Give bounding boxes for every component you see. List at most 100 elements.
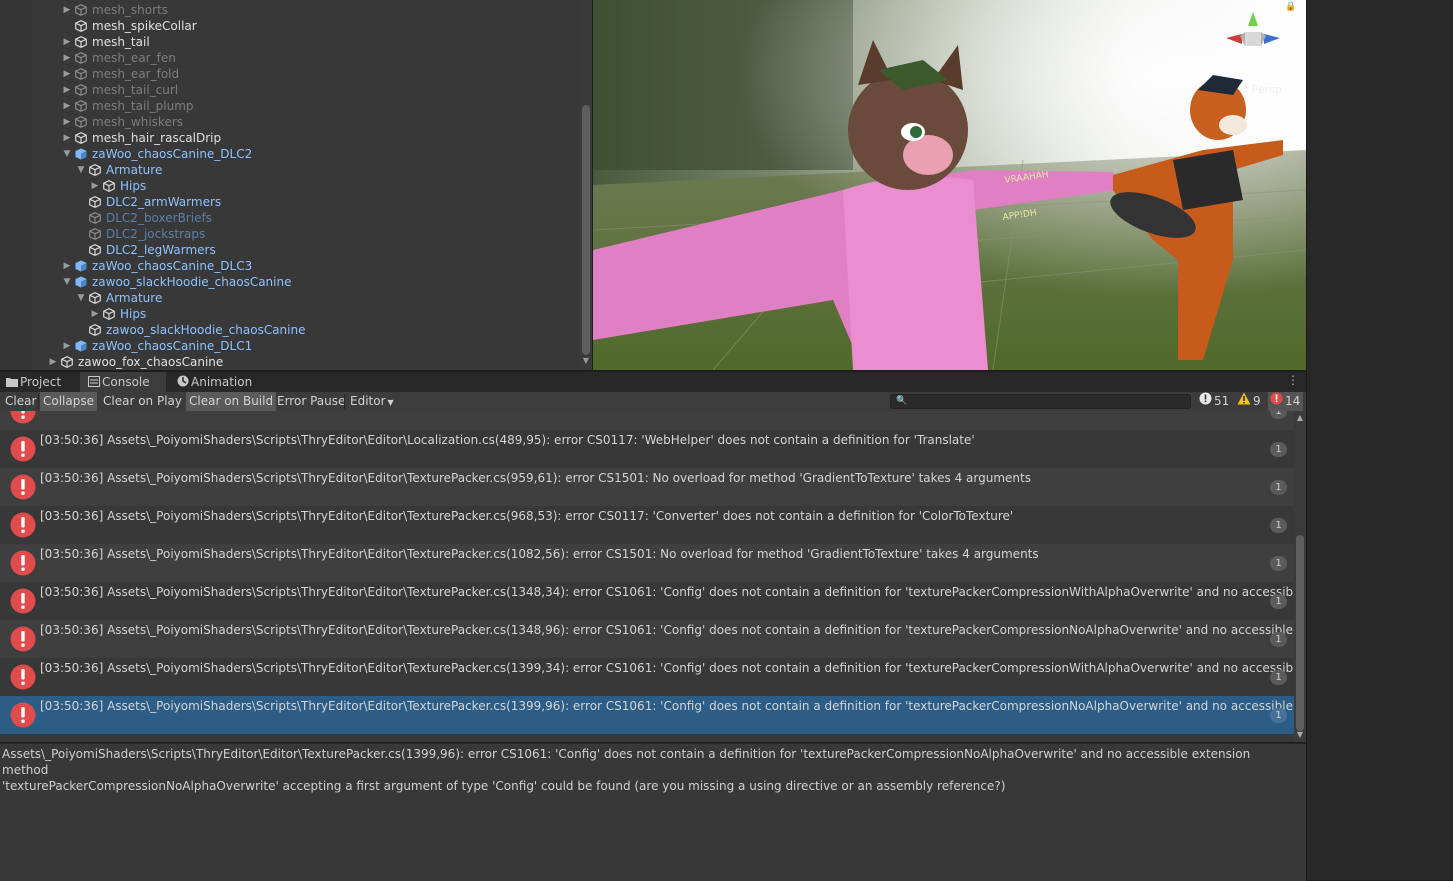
hierarchy-item-label: mesh_ear_fold (92, 67, 180, 81)
expand-right-arrow-icon[interactable]: ▶ (62, 50, 72, 66)
expand-right-arrow-icon[interactable]: ▶ (90, 178, 100, 194)
scene-render: APP!DH VRAAHAH (593, 0, 1306, 370)
persp-label[interactable]: < Persp (1239, 83, 1282, 96)
log-count-badge: 1 (1270, 442, 1287, 457)
log-message: [03:50:36] Assets\_PoiyomiShaders\Script… (40, 623, 1294, 637)
console-detail-text[interactable]: Assets\_PoiyomiShaders\Scripts\ThryEdito… (2, 746, 1292, 794)
tab-console[interactable]: Console (80, 372, 166, 392)
expand-right-arrow-icon[interactable]: ▶ (62, 82, 72, 98)
expand-right-arrow-icon[interactable]: ▶ (62, 98, 72, 114)
hierarchy-panel: ▶ mesh_shorts mesh_spikeCollar ▶ mesh_tail ▶ m… (0, 0, 592, 370)
gameobject-cube-icon (75, 116, 87, 128)
error-icon (10, 436, 36, 462)
more-options-icon[interactable]: ⋮ (1287, 373, 1299, 389)
expand-down-arrow-icon[interactable]: ▼ (62, 146, 72, 162)
log-count-badge: 1 (1270, 480, 1287, 495)
orientation-gizmo-icon[interactable] (1220, 8, 1286, 58)
clear-on-build-toggle[interactable]: Clear on Build (186, 392, 277, 411)
error-icon (1270, 392, 1283, 411)
hierarchy-item-label: zawoo_fox_chaosCanine (78, 355, 224, 369)
editor-dropdown[interactable]: Editor ▼ (347, 392, 397, 411)
console-log-entry[interactable]: [03:50:36] Assets\_PoiyomiShaders\Script… (0, 544, 1294, 582)
hierarchy-item-label: mesh_whiskers (92, 115, 184, 129)
tab-project[interactable]: Project (0, 372, 76, 392)
prefab-icon (75, 148, 87, 160)
expand-down-arrow-icon[interactable]: ▼ (76, 290, 86, 306)
lock-icon[interactable]: 🔒 (1285, 2, 1296, 12)
gameobject-cube-icon (75, 132, 87, 144)
hierarchy-item-label: zaWoo_chaosCanine_DLC2 (92, 147, 253, 161)
inspector-panel (1307, 0, 1453, 880)
scroll-down-arrow-icon[interactable]: ▼ (1294, 730, 1306, 740)
gameobject-cube-icon (75, 68, 87, 80)
console-log-entry[interactable]: [03:50:36] Assets\_PoiyomiShaders\Script… (0, 430, 1294, 468)
console-log-entry[interactable]: [03:50:36] Assets\_PoiyomiShaders\Script… (0, 468, 1294, 506)
collapse-toggle[interactable]: Collapse (40, 392, 97, 411)
log-message: [03:50:36] Assets\_PoiyomiShaders\Script… (40, 547, 1039, 561)
log-count-badge: 1 (1270, 632, 1287, 647)
hierarchy-item-label: mesh_tail_plump (92, 99, 194, 113)
hierarchy-scroll-thumb[interactable] (582, 105, 590, 355)
scene-view[interactable]: APP!DH VRAAHAH < Persp 🔒 (593, 0, 1306, 370)
expand-right-arrow-icon[interactable]: ▶ (48, 354, 58, 370)
expand-right-arrow-icon[interactable]: ▶ (62, 130, 72, 146)
console-log-entry[interactable]: [03:50:36] Assets\_PoiyomiShaders\Script… (0, 620, 1294, 658)
clear-on-play-toggle[interactable]: Clear on Play (100, 392, 185, 411)
expand-right-arrow-icon[interactable]: ▶ (90, 306, 100, 322)
gameobject-cube-icon (89, 212, 101, 224)
prefab-icon (75, 276, 87, 288)
editor-dropdown-label: Editor (350, 394, 386, 408)
console-log-entry[interactable]: [03:50:36] Assets\_PoiyomiShaders\Script… (0, 411, 1294, 430)
expand-down-arrow-icon[interactable]: ▼ (62, 274, 72, 290)
console-log-entry[interactable]: [03:50:36] Assets\_PoiyomiShaders\Script… (0, 696, 1294, 734)
expand-right-arrow-icon[interactable]: ▶ (62, 338, 72, 354)
scroll-up-arrow-icon[interactable]: ▲ (1294, 413, 1306, 423)
expand-right-arrow-icon[interactable]: ▶ (62, 258, 72, 274)
toolbar-divider (344, 394, 345, 409)
tab-console-label: Console (102, 375, 150, 389)
tab-project-label: Project (20, 375, 62, 389)
log-message: [03:50:36] Assets\_PoiyomiShaders\Script… (40, 433, 975, 447)
gameobject-cube-icon (75, 84, 87, 96)
gameobject-cube-icon (75, 4, 87, 16)
console-log-entry[interactable]: [03:50:36] Assets\_PoiyomiShaders\Script… (0, 658, 1294, 696)
hierarchy-item-label: mesh_hair_rascalDrip (92, 131, 222, 145)
console-search-input[interactable] (890, 394, 1191, 409)
hierarchy-item-label: DLC2_jockstraps (106, 227, 206, 241)
hierarchy-item-label: Armature (106, 291, 163, 305)
log-message: [03:50:36] Assets\_PoiyomiShaders\Script… (40, 699, 1294, 713)
expand-right-arrow-icon[interactable]: ▶ (62, 114, 72, 130)
animation-icon (177, 373, 189, 393)
log-count-badge: 1 (1270, 594, 1287, 609)
error-count-toggle[interactable]: 14 (1268, 392, 1304, 411)
console-log-entry[interactable]: [03:50:36] Assets\_PoiyomiShaders\Script… (0, 506, 1294, 544)
console-log-entry[interactable]: [03:50:36] Assets\_PoiyomiShaders\Script… (0, 582, 1294, 620)
toolbar-divider (38, 394, 39, 409)
log-count-badge: 1 (1270, 708, 1287, 723)
gameobject-cube-icon (89, 292, 101, 304)
search-icon: 🔍 (896, 396, 908, 406)
error-pause-toggle[interactable]: Error Pause (274, 392, 348, 411)
error-icon (10, 512, 36, 538)
expand-right-arrow-icon[interactable]: ▶ (62, 66, 72, 82)
console-log-list: [03:50:36] Assets\_PoiyomiShaders\Script… (0, 411, 1294, 742)
log-count-badge: 1 (1270, 518, 1287, 533)
tab-animation-label: Animation (191, 375, 253, 389)
hierarchy-item-label: zaWoo_chaosCanine_DLC3 (92, 259, 253, 273)
clear-button[interactable]: Clear (2, 392, 39, 411)
log-count-toggle[interactable]: 51 (1199, 392, 1229, 411)
expand-right-arrow-icon[interactable]: ▶ (62, 2, 72, 18)
scroll-down-arrow-icon[interactable]: ▼ (581, 356, 591, 366)
expand-down-arrow-icon[interactable]: ▼ (76, 162, 86, 178)
hierarchy-item-label: mesh_shorts (92, 3, 169, 17)
detail-line-2: 'texturePackerCompressionNoAlphaOverwrit… (2, 779, 1006, 793)
log-count: 51 (1214, 394, 1230, 408)
warning-count: 9 (1253, 394, 1261, 408)
hierarchy-gutter (0, 0, 32, 370)
tab-animation[interactable]: Animation (170, 372, 260, 392)
expand-right-arrow-icon[interactable]: ▶ (62, 34, 72, 50)
warning-count-toggle[interactable]: 9 (1237, 392, 1261, 411)
console-scroll-thumb[interactable] (1296, 535, 1304, 731)
hierarchy-item-label: zawoo_slackHoodie_chaosCanine (92, 275, 292, 289)
detail-line-1: Assets\_PoiyomiShaders\Scripts\ThryEdito… (2, 747, 1255, 777)
